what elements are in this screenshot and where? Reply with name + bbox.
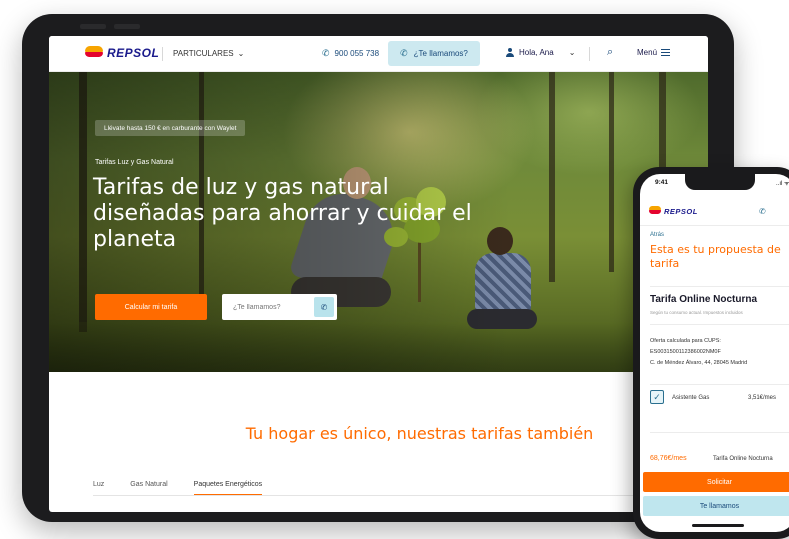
repsol-logo-icon: [85, 46, 103, 60]
segment-label: PARTICULARES: [173, 49, 234, 58]
tablet-hardware-button: [114, 24, 140, 29]
proposal-title: Esta es tu propuesta de tarifa: [650, 243, 781, 270]
signal-wifi-icon: ..ıl ᯤ: [776, 181, 789, 187]
tab-luz[interactable]: Luz: [93, 481, 104, 495]
call-me-input[interactable]: [222, 303, 310, 311]
site-header: REPSOL PARTICULARES ⌄ ✆ 900 055 738 ✆ ¿T…: [49, 36, 708, 72]
hero-kicker: Tarifas Luz y Gas Natural: [95, 159, 174, 166]
check-icon: ✓: [653, 391, 661, 402]
call-submit-button[interactable]: ✆: [314, 297, 334, 317]
brand-name: REPSOL: [107, 46, 160, 60]
user-menu[interactable]: Hola, Ana ⌄: [506, 48, 575, 57]
user-greeting: Hola, Ana: [519, 48, 554, 57]
tab-paquetes-energeticos[interactable]: Paquetes Energéticos: [193, 481, 263, 495]
header-divider: [162, 47, 163, 61]
addon-price: 3,51€/mes: [748, 395, 777, 401]
tablet-device: REPSOL PARTICULARES ⌄ ✆ 900 055 738 ✆ ¿T…: [22, 14, 734, 522]
phone-icon: ✆: [320, 302, 328, 312]
phone-icon[interactable]: ✆: [759, 207, 766, 216]
phone-screen: 9:41 ..ıl ᯤ REPSOL ✆ Atrás Esta es tu pr…: [640, 174, 789, 532]
call-me-field: ✆: [222, 294, 337, 320]
hero-banner: Llévate hasta 150 € en carburante con Wa…: [49, 72, 708, 372]
supply-address: C. de Méndez Álvaro, 44, 28045 Madrid: [650, 360, 748, 366]
chevron-down-icon: ⌄: [568, 48, 576, 57]
cups-code: ES0031500112386002NM0F: [650, 349, 721, 355]
phone-header: REPSOL ✆: [640, 196, 789, 226]
phone-notch: [685, 174, 755, 190]
call-me-button[interactable]: ✆ ¿Te llamamos?: [388, 41, 480, 66]
home-indicator: [692, 524, 744, 527]
phone-device: 9:41 ..ıl ᯤ REPSOL ✆ Atrás Esta es tu pr…: [633, 167, 789, 539]
tariff-name: Tarifa Online Nocturna: [650, 294, 758, 305]
chevron-down-icon: ⌄: [237, 49, 245, 58]
status-time: 9:41: [655, 179, 669, 186]
search-icon[interactable]: ⌕: [607, 46, 613, 59]
repsol-logo[interactable]: REPSOL: [85, 46, 159, 60]
brand-name: REPSOL: [664, 206, 698, 216]
phone-link[interactable]: ✆ 900 055 738: [322, 48, 379, 59]
repsol-logo[interactable]: REPSOL: [649, 206, 698, 216]
call-me-label: ¿Te llamamos?: [413, 49, 468, 58]
addon-checkbox[interactable]: ✓: [650, 390, 664, 404]
hero-title: Tarifas de luz y gas natural diseñadas p…: [93, 175, 472, 252]
repsol-logo-icon: [649, 206, 661, 216]
tariff-note: Según tu consumo actual. Impuestos inclu…: [650, 310, 743, 315]
tabs-divider: [93, 495, 663, 496]
price-tariff-name: Tarifa Online Nocturna: [713, 456, 773, 462]
divider: [650, 384, 789, 385]
cups-label: Oferta calculada para CUPS:: [650, 338, 721, 344]
menu-label: Menú: [637, 48, 658, 57]
total-price: 68,76€/mes: [650, 455, 687, 462]
segment-dropdown[interactable]: PARTICULARES ⌄: [173, 49, 244, 58]
section-title: Tu hogar es único, nuestras tarifas tamb…: [245, 424, 594, 443]
back-link[interactable]: Atrás: [650, 232, 664, 238]
menu-button[interactable]: Menú: [637, 48, 671, 57]
addon-name: Asistente Gas: [672, 395, 710, 401]
header-divider: [589, 47, 590, 61]
request-button[interactable]: Solicitar: [643, 472, 789, 492]
calculate-tariff-button[interactable]: Calcular mi tarifa: [95, 294, 207, 320]
tab-gas-natural[interactable]: Gas Natural: [130, 481, 167, 495]
phone-icon: ✆: [400, 48, 408, 58]
divider: [650, 286, 789, 287]
promo-banner[interactable]: Llévate hasta 150 € en carburante con Wa…: [95, 120, 246, 136]
divider: [650, 432, 789, 433]
call-me-button[interactable]: Te llamamos: [643, 496, 789, 516]
tablet-screen: REPSOL PARTICULARES ⌄ ✆ 900 055 738 ✆ ¿T…: [49, 36, 708, 512]
hamburger-icon: [661, 49, 671, 56]
tablet-hardware-button: [80, 24, 106, 29]
phone-icon: ✆: [322, 48, 330, 58]
phone-number: 900 055 738: [334, 49, 380, 58]
divider: [650, 324, 789, 325]
tariff-tabs: Luz Gas Natural Paquetes Energéticos: [93, 481, 288, 495]
user-icon: [506, 48, 514, 57]
